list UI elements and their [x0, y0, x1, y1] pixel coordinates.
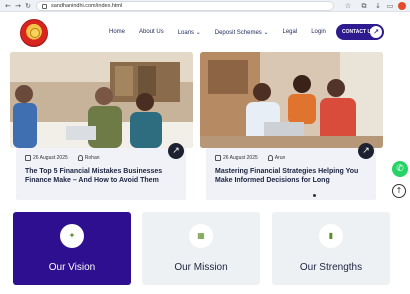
forward-arrow-icon[interactable]: → [14, 2, 22, 10]
feature-icon-badge: ✦ [60, 224, 84, 248]
site-header: Home About Us Loans ⌄ Deposit Schemes ⌄ … [0, 12, 410, 56]
feature-card-mission[interactable]: ▦ Our Mission [142, 212, 260, 285]
post-meta: 26 August 2025 Arun [215, 155, 285, 161]
lock-icon [42, 4, 47, 9]
arrow-up-right-icon[interactable]: ↗ [358, 143, 374, 159]
address-bar[interactable]: sandhanindhi.com/index.html [36, 1, 334, 11]
post-meta: 26 August 2025 Rohan [25, 155, 100, 161]
blog-card[interactable]: 26 August 2025 Arun Mastering Financial … [200, 52, 383, 202]
site-logo[interactable] [20, 19, 48, 47]
blog-card-info: 26 August 2025 Arun Mastering Financial … [206, 143, 376, 200]
post-date: 26 August 2025 [33, 155, 68, 161]
whatsapp-icon[interactable]: ✆ [392, 161, 408, 177]
blog-image [10, 52, 193, 148]
post-author: Arun [274, 155, 286, 161]
arrow-right-icon: ↗ [370, 26, 382, 38]
post-title[interactable]: The Top 5 Financial Mistakes Businesses … [25, 167, 185, 185]
user-icon [267, 155, 273, 161]
nav-home[interactable]: Home [109, 29, 125, 36]
blog-card[interactable]: 26 August 2025 Rohan The Top 5 Financial… [10, 52, 193, 202]
nav-login[interactable]: Login [311, 29, 326, 36]
url-text: sandhanindhi.com/index.html [51, 3, 123, 9]
profile-avatar[interactable] [398, 2, 406, 10]
chevron-down-icon: ⌄ [195, 30, 201, 36]
calendar-icon [215, 155, 221, 161]
strengths-icon: ▮ [328, 231, 334, 240]
post-title[interactable]: Mastering Financial Strategies Helping Y… [215, 167, 375, 185]
sidebar-icon[interactable]: ▭ [386, 2, 394, 10]
vision-icon: ✦ [68, 231, 76, 240]
feature-title: Our Mission [174, 262, 228, 273]
contact-us-button[interactable]: CONTACT US ↗ [336, 24, 384, 40]
reload-icon[interactable]: ↻ [24, 2, 32, 10]
feature-card-vision[interactable]: ✦ Our Vision [13, 212, 131, 285]
nav-loans[interactable]: Loans ⌄ [178, 29, 201, 36]
feature-icon-badge: ▦ [189, 224, 213, 248]
blog-image [200, 52, 383, 148]
extensions-icon[interactable]: ⧉ [360, 2, 368, 10]
feature-title: Our Strengths [299, 262, 363, 273]
chevron-down-icon: ⌄ [263, 30, 269, 36]
browser-toolbar: ← → ↻ sandhanindhi.com/index.html ☆ ⧉ ↓ … [0, 0, 410, 12]
user-icon [77, 155, 83, 161]
blog-card-info: 26 August 2025 Rohan The Top 5 Financial… [16, 143, 186, 200]
post-author: Rohan [84, 155, 100, 161]
scroll-to-top-icon[interactable]: ↑ [392, 184, 406, 198]
mission-icon: ▦ [197, 231, 205, 240]
feature-title: Our Vision [48, 262, 96, 273]
arrow-up-right-icon[interactable]: ↗ [168, 143, 184, 159]
back-arrow-icon[interactable]: ← [4, 2, 12, 10]
post-date: 26 August 2025 [223, 155, 258, 161]
carousel-dot[interactable] [313, 194, 316, 197]
star-icon[interactable]: ☆ [344, 2, 352, 10]
main-nav: Home About Us Loans ⌄ Deposit Schemes ⌄ … [109, 29, 340, 36]
download-icon[interactable]: ↓ [374, 2, 382, 10]
feature-icon-badge: ▮ [319, 224, 343, 248]
calendar-icon [25, 155, 31, 161]
nav-about-us[interactable]: About Us [139, 29, 164, 36]
nav-deposit-schemes[interactable]: Deposit Schemes ⌄ [215, 29, 269, 36]
nav-legal[interactable]: Legal [283, 29, 298, 36]
feature-card-strengths[interactable]: ▮ Our Strengths [272, 212, 390, 285]
